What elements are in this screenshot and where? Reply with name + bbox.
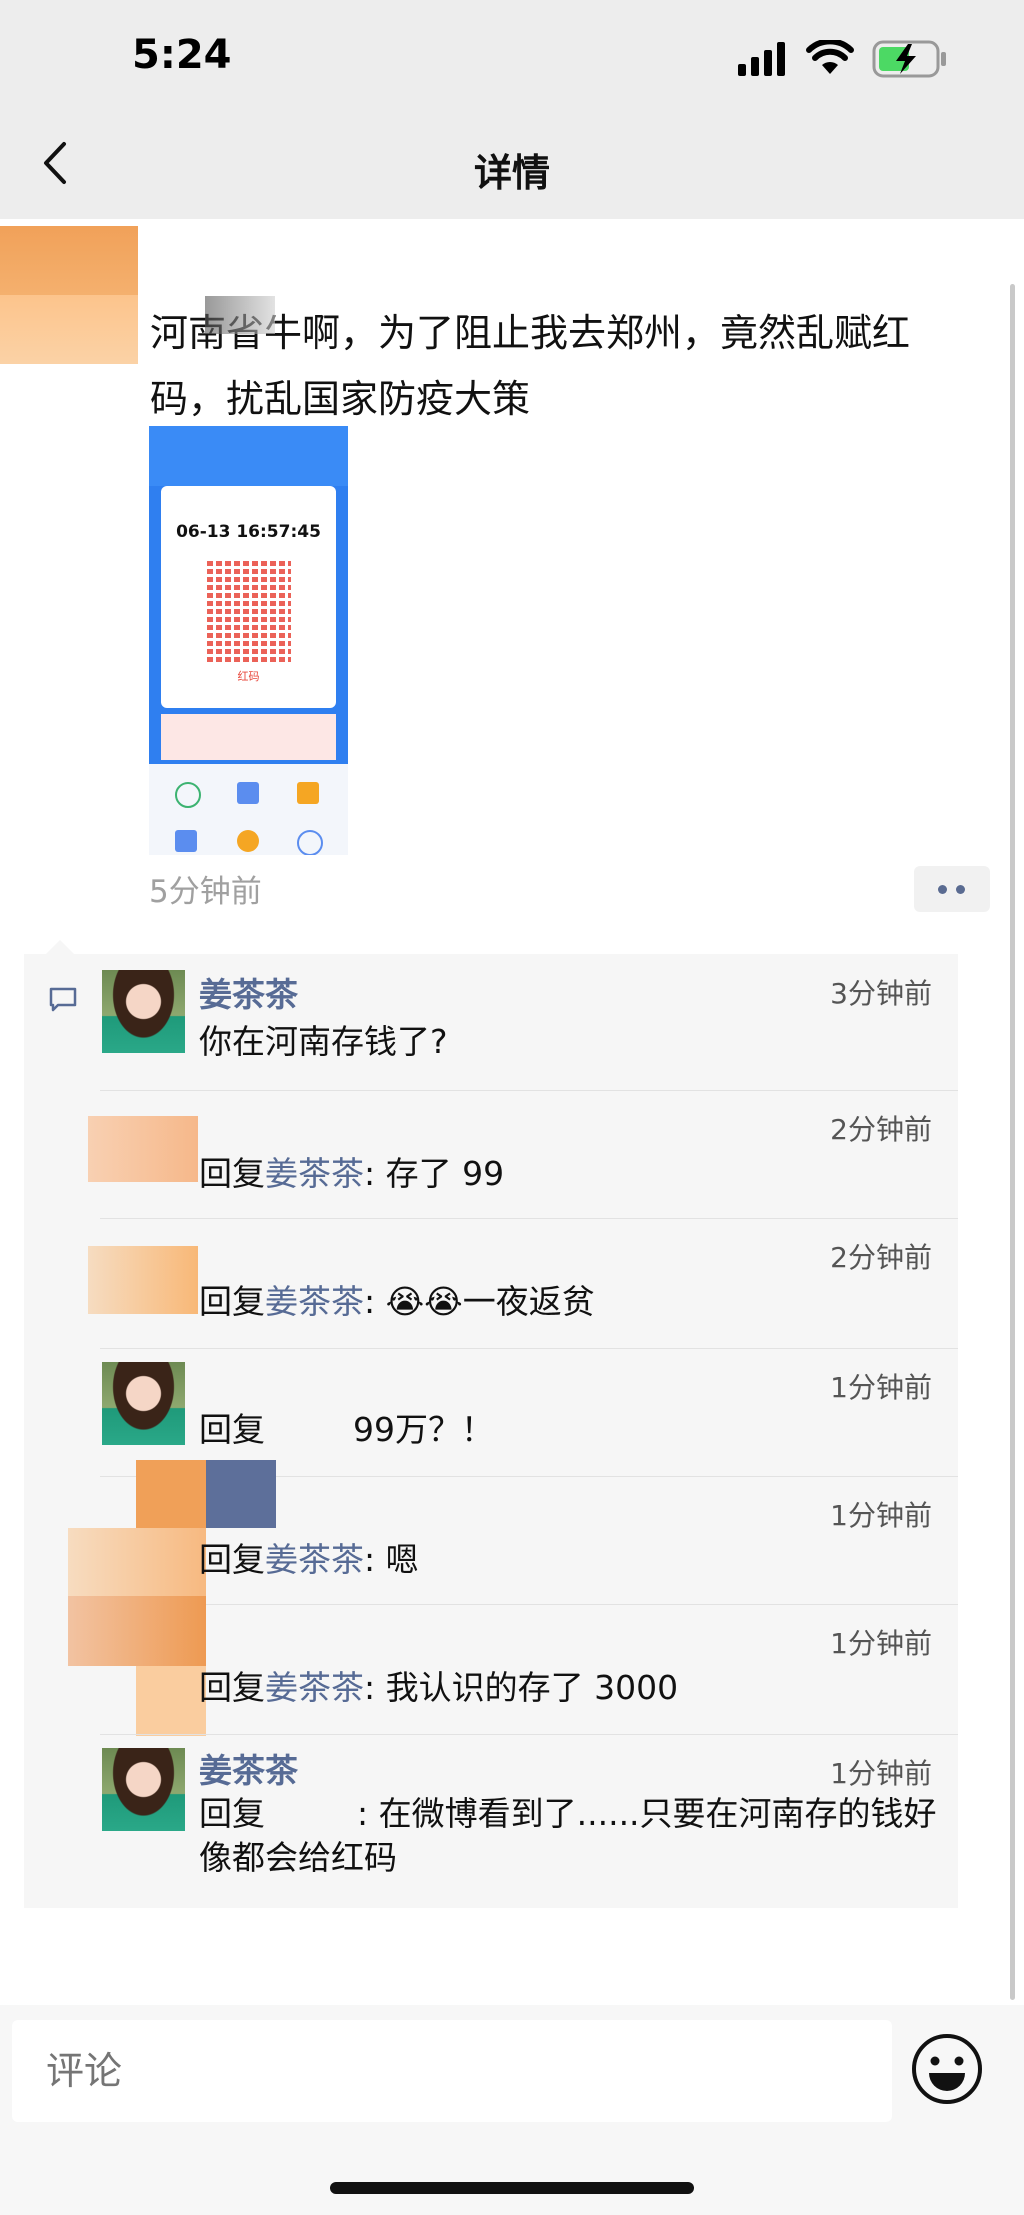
home-indicator[interactable] [330,2182,694,2194]
comment-time: 1分钟前 [830,1371,932,1404]
post-text: 河南省牛啊，为了阻止我去郑州，竟然乱赋红 码，扰乱国家防疫大策 [150,300,990,432]
comment-text: 回复 99万？！ [199,1408,939,1452]
comment-row[interactable]: 1分钟前 回复姜茶茶: 嗯 [24,1460,958,1604]
comment-text: 回复姜茶茶: 我认识的存了 3000 [199,1666,939,1710]
comment-author[interactable]: 姜茶茶 [199,1744,298,1792]
image-header [149,426,348,486]
avatar[interactable] [88,1246,198,1314]
reply-prefix: 回复 [199,1282,265,1321]
reply-body: 99万？！ [353,1410,494,1449]
report-icon [237,782,259,804]
avatar[interactable] [88,1116,198,1182]
reply-target[interactable]: 姜茶茶 [265,1668,364,1707]
comment-row[interactable]: 姜茶茶 3分钟前 你在河南存钱了? [24,954,958,1084]
blurred-region [68,1528,206,1596]
comment-time: 2分钟前 [830,1241,932,1274]
reply-prefix: 回复 [199,1540,265,1579]
page-title: 详情 [473,151,550,195]
comment-bubble-icon [49,987,77,1012]
comment-row[interactable]: 1分钟前 回复 99万？！ [24,1348,958,1476]
image-bottom [149,764,348,855]
comment-text: 回复姜茶茶: 存了 99 [199,1152,939,1196]
post-time: 5分钟前 [149,874,262,910]
avatar[interactable] [102,970,185,1053]
divider [100,1734,958,1735]
comment-time: 1分钟前 [830,1499,932,1532]
reply-target[interactable]: 姜茶茶 [265,1540,364,1579]
phone-icon [297,830,323,855]
comment-time: 2分钟前 [830,1113,932,1146]
image-warning [161,714,336,760]
image-label: 红码 [237,670,260,683]
reply-body: : 在微博看到了......只要在河南存的钱好像都会给红码 [199,1794,937,1877]
more-button[interactable] [914,866,990,912]
comments-panel: 姜茶茶 3分钟前 你在河南存钱了? 2分钟前 回复姜茶茶: 存了 99 2分钟前… [24,954,958,1908]
badge-icon [237,830,259,852]
doc-icon [175,830,197,852]
comment-time: 1分钟前 [830,1757,932,1790]
blurred-region [136,1666,206,1736]
battery-icon [872,40,946,78]
edit-icon [297,782,319,804]
scrollbar[interactable] [1010,284,1015,2000]
comment-time: 3分钟前 [830,977,932,1010]
comment-text: 回复姜茶茶: 嗯 [199,1538,939,1582]
avatar[interactable] [136,1460,206,1528]
image-datetime: 06-13 16:57:45 [176,522,321,542]
more-dots-icon [956,885,965,894]
divider [100,1090,958,1091]
comment-input[interactable] [12,2020,892,2122]
image-card: 06-13 16:57:45 红码 [161,486,336,708]
reply-body: : 我认识的存了 3000 [364,1668,679,1707]
avatar[interactable] [102,1362,185,1445]
comment-text: 你在河南存钱了? [199,1022,448,1061]
signal-icon [738,42,785,76]
comment-time: 1分钟前 [830,1627,932,1660]
comments-pointer [46,940,74,954]
reply-body: : 😭😭一夜返贫 [364,1282,595,1321]
smiley-icon[interactable] [910,2032,984,2106]
divider [100,1604,958,1605]
divider [100,1218,958,1219]
post-text-line: 码，扰乱国家防疫大策 [150,377,531,421]
comment-text: 回复: 在微博看到了......只要在河南存的钱好像都会给红码 [199,1792,939,1880]
comment-row[interactable]: 1分钟前 回复姜茶茶: 我认识的存了 3000 [24,1596,958,1736]
reply-target[interactable]: 姜茶茶 [265,1154,364,1193]
reply-body: : 嗯 [364,1540,419,1579]
reply-body: : 存了 99 [364,1154,505,1193]
reply-prefix: 回复 [199,1794,265,1833]
avatar[interactable] [102,1748,185,1831]
status-time: 5:24 [132,32,232,78]
wifi-icon [806,40,854,74]
reply-prefix: 回复 [199,1668,265,1707]
trip-icon [175,782,201,808]
avatar[interactable] [0,226,138,364]
divider [100,1348,958,1349]
reply-prefix: 回复 [199,1410,265,1449]
blurred-region [205,296,275,334]
comment-row[interactable]: 姜茶茶 1分钟前 回复: 在微博看到了......只要在河南存的钱好像都会给红码 [24,1734,958,1908]
reply-prefix: 回复 [199,1154,265,1193]
post-text-line: 河南省牛啊，为了阻止我去郑州，竟然乱赋红 [150,311,911,355]
post-image[interactable]: 06-13 16:57:45 红码 [149,426,348,855]
qr-code-overlay [207,558,291,662]
blurred-region [206,1460,276,1528]
reply-target[interactable]: 姜茶茶 [265,1282,364,1321]
avatar[interactable] [68,1596,206,1666]
comment-row[interactable]: 2分钟前 回复姜茶茶: 存了 99 [24,1090,958,1218]
comment-row[interactable]: 2分钟前 回复姜茶茶: 😭😭一夜返贫 [24,1218,958,1348]
more-dots-icon [938,885,947,894]
comment-text: 回复姜茶茶: 😭😭一夜返贫 [199,1280,939,1324]
comment-author[interactable]: 姜茶茶 [199,968,298,1016]
